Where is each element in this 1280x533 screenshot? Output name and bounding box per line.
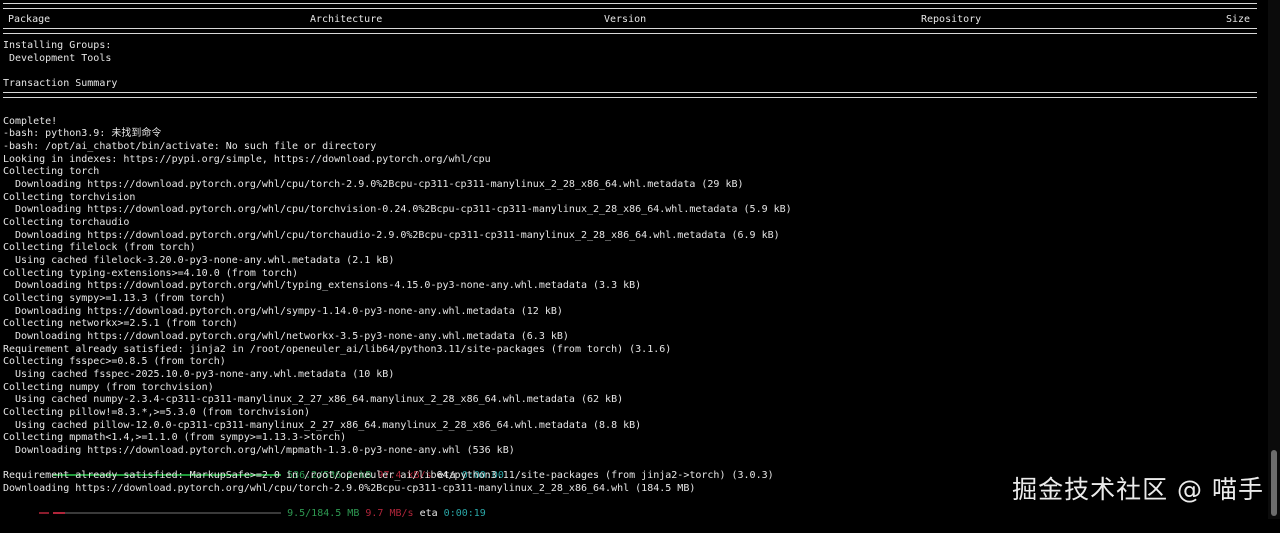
terminal-line: -bash: python3.9: 未找到命令 (3, 128, 162, 140)
terminal-line: Collecting pillow!=8.3.*,>=5.3.0 (from t… (3, 406, 311, 418)
terminal-line: Collecting torchvision (3, 191, 136, 203)
progress-speed: 9.7 MB/s (365, 507, 414, 519)
terminal-output[interactable]: Package Architecture Version Repository … (0, 0, 1268, 519)
terminal-line: Downloading https://download.pytorch.org… (3, 482, 696, 494)
terminal-line: Installing Groups: (3, 40, 112, 51)
table-rule-summary (3, 92, 1257, 98)
terminal-line: Downloading https://download.pytorch.org… (3, 204, 792, 216)
terminal-line: Using cached filelock-3.20.0-py3-none-an… (3, 254, 395, 266)
terminal-line: Requirement already satisfied: MarkupSaf… (3, 470, 774, 481)
terminal-line: Downloading https://download.pytorch.org… (3, 178, 744, 190)
col-header-repository: Repository (921, 14, 982, 25)
col-header-version: Version (604, 14, 647, 25)
progress-line-torch: 9.5/184.5 MB 9.7 MB/s eta 0:00:19 (3, 495, 486, 519)
terminal-line: Using cached fsspec-2025.10.0-py3-none-a… (3, 368, 395, 380)
terminal-line: Downloading https://download.pytorch.org… (3, 444, 515, 456)
table-rule-header (3, 28, 1257, 34)
terminal-line: Transaction Summary (3, 77, 118, 89)
terminal-line: Downloading https://download.pytorch.org… (3, 330, 569, 342)
terminal-line: Collecting filelock (from torch) (3, 242, 196, 254)
terminal-line: Using cached numpy-2.3.4-cp311-cp311-man… (3, 394, 624, 406)
terminal-line: Downloading https://download.pytorch.org… (3, 280, 642, 292)
progress-eta: 0:00:19 (443, 507, 486, 519)
progress-size: 9.5/184.5 MB (287, 507, 360, 519)
scrollbar[interactable] (1268, 0, 1280, 519)
col-header-size: Size (1226, 14, 1251, 25)
col-header-package: Package (8, 14, 51, 25)
terminal-line: Complete! (3, 115, 58, 127)
terminal-line: Development Tools (3, 52, 112, 64)
terminal-line: Looking in indexes: https://pypi.org/sim… (3, 153, 491, 165)
terminal-line: Downloading https://download.pytorch.org… (3, 229, 780, 241)
terminal-line: -bash: /opt/ai_chatbot/bin/activate: No … (3, 140, 377, 152)
watermark-text: 掘金技术社区 @ 喵手 (1012, 475, 1264, 504)
terminal-line: Using cached pillow-12.0.0-cp311-cp311-m… (3, 419, 642, 431)
table-rule-top (3, 3, 1257, 9)
progress-bar-torch (39, 511, 282, 514)
eta-label: eta (419, 507, 438, 519)
progress-line-mpmath: 536.2/536.2 kB 97.4 kB/s eta 0:00:00 (3, 457, 504, 481)
terminal-line: Collecting networkx>=2.5.1 (from torch) (3, 318, 238, 330)
terminal-line: Collecting numpy (from torchvision) (3, 381, 214, 393)
terminal-line: Downloading https://download.pytorch.org… (3, 305, 563, 317)
terminal-line: Collecting torch (3, 166, 100, 178)
terminal-line: Collecting mpmath<1.4,>=1.1.0 (from symp… (3, 432, 347, 444)
terminal-line: Requirement already satisfied: jinja2 in… (3, 343, 672, 355)
terminal-line: Collecting torchaudio (3, 216, 130, 228)
terminal-line: Collecting typing-extensions>=4.10.0 (fr… (3, 267, 299, 279)
terminal-line: Collecting fsspec>=0.8.5 (from torch) (3, 356, 226, 368)
terminal-line: Collecting sympy>=1.13.3 (from torch) (3, 292, 226, 304)
scrollbar-thumb[interactable] (1271, 450, 1277, 516)
col-header-architecture: Architecture (310, 14, 383, 25)
